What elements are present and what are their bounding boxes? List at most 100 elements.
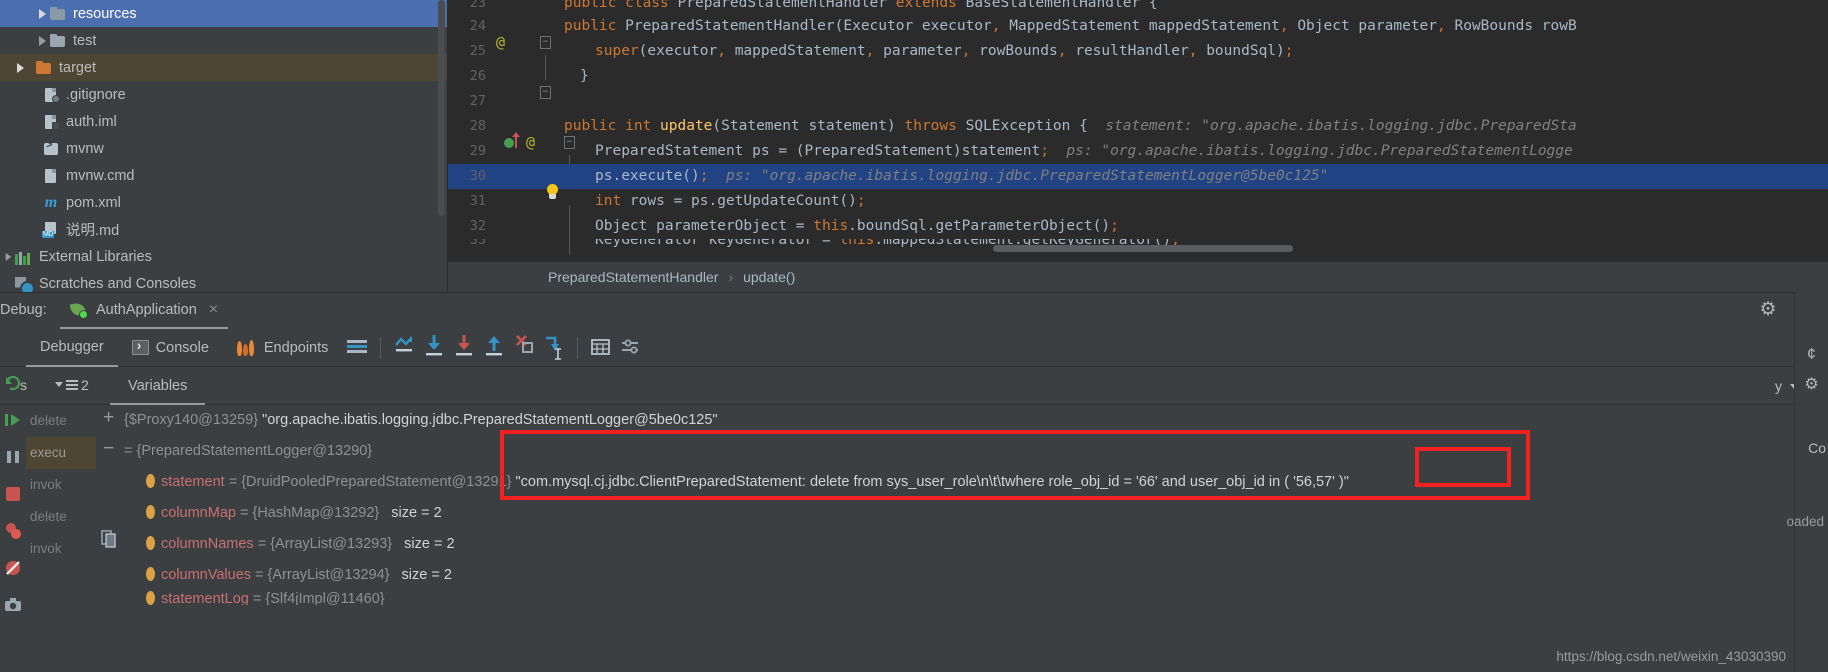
variable-row-columnnames[interactable]: columnNames = {ArrayList@13293} size = 2 [96, 529, 1828, 560]
line-number: 32 [469, 218, 486, 234]
file-iml-icon [42, 114, 60, 130]
frame-row[interactable]: invok [26, 533, 96, 565]
breadcrumb[interactable]: PreparedStatementHandler › update() [448, 262, 1828, 292]
chevron-right-icon[interactable] [36, 7, 49, 20]
code-line-26[interactable]: 26−} [448, 64, 1828, 99]
run-to-cursor-icon[interactable] [539, 329, 569, 367]
tree-item-mvnw-cmd[interactable]: mvnw.cmd [0, 162, 448, 189]
chevron-right-icon[interactable] [36, 34, 49, 47]
tree-item-label: pom.xml [66, 194, 121, 211]
variable-name: statement [161, 474, 225, 490]
rerun-icon[interactable] [3, 373, 23, 393]
step-into-icon[interactable] [449, 329, 479, 367]
tab-debugger[interactable]: Debugger [26, 329, 118, 367]
line-number: 24 [469, 18, 486, 34]
code-line-24[interactable]: 24 @ − public PreparedStatementHandler(Exec… [448, 14, 1828, 51]
scratches-icon [15, 276, 35, 292]
variable-ref: = {ArrayList@13293} [257, 536, 393, 552]
variable-row-proxy[interactable]: + {$Proxy140@13259} "org.apache.ibatis.l… [96, 405, 1828, 436]
variable-row-statement[interactable]: statement = {DruidPooledPreparedStatemen… [96, 467, 1828, 498]
tree-item-resources[interactable]: resources [0, 0, 448, 27]
loaded-status: oaded [1786, 514, 1824, 529]
expand-icon[interactable]: + [102, 408, 115, 427]
variable-row-logger[interactable]: − = {PreparedStatementLogger@13290} [96, 436, 1828, 467]
chevron-right-icon[interactable] [3, 251, 13, 261]
debug-session-tab[interactable]: AuthApplication × [60, 293, 229, 329]
line-number: 30 [469, 168, 486, 184]
code-line-29[interactable]: 29 PreparedStatement ps = (PreparedStatem… [448, 139, 1828, 180]
project-tool-window[interactable]: resources test target .gitignore auth.im… [0, 0, 448, 292]
step-over-icon[interactable] [419, 329, 449, 367]
tree-item-external-libraries[interactable]: External Libraries [0, 243, 448, 270]
chevron-right-icon[interactable] [14, 61, 27, 74]
tab-console[interactable]: Console [118, 329, 223, 367]
frame-row[interactable]: execu [26, 437, 96, 469]
right-rail-label: Co [1808, 440, 1826, 456]
console-icon [131, 337, 149, 355]
breadcrumb-class[interactable]: PreparedStatementHandler [548, 269, 718, 285]
code-editor[interactable]: 23 public class PreparedStatementHandler … [448, 0, 1828, 262]
line-number: 33 [469, 239, 486, 248]
code-line-31[interactable]: 31 int rows = ps.getUpdateCount(); [448, 189, 1828, 230]
code-line-25[interactable]: 25 super(executor, mappedStatement, param… [448, 39, 1828, 80]
breadcrumb-method[interactable]: update() [743, 269, 795, 285]
settings-filter-icon[interactable] [616, 329, 646, 367]
stop-icon[interactable] [3, 484, 23, 504]
chevron-down-icon[interactable] [55, 382, 63, 387]
tab-variables[interactable]: Variables [110, 367, 206, 405]
gear-icon[interactable]: ⚙ [1758, 300, 1778, 320]
field-marker-icon [146, 591, 155, 605]
tree-item-label: resources [73, 5, 137, 22]
evaluate-expression-icon[interactable] [586, 329, 616, 367]
code-line-27[interactable]: 27 [448, 89, 1828, 114]
breadcrumb-separator-icon: › [728, 269, 734, 285]
toolbar-separator [380, 336, 382, 359]
editor-horizontal-scrollbar[interactable] [993, 245, 1293, 252]
view-breakpoints-icon[interactable] [3, 521, 23, 541]
tree-item-mvnw[interactable]: mvnw [0, 135, 448, 162]
code-line-32[interactable]: 32 Object parameterObject = this.boundSql… [448, 214, 1828, 255]
force-step-into-icon[interactable] [509, 329, 539, 367]
resume-program-icon[interactable] [3, 410, 23, 430]
field-marker-icon [146, 536, 155, 550]
show-execution-point-icon[interactable] [389, 329, 419, 367]
variable-row-columnvalues[interactable]: columnValues = {ArrayList@13294} size = … [96, 560, 1828, 591]
tree-item-pom-xml[interactable]: m pom.xml [0, 189, 448, 216]
currency-icon[interactable]: ¢ [1801, 344, 1823, 366]
frames-list[interactable]: delete execu invok delete invok [26, 405, 96, 672]
code-line-23[interactable]: 23 public class PreparedStatementHandler … [448, 0, 1828, 14]
layout-settings-icon[interactable] [342, 329, 372, 367]
copy-value-icon[interactable] [101, 530, 117, 548]
line-number: 26 [469, 68, 486, 84]
code-line-30-current-execution-line[interactable]: 30 ps.execute(); ps: "org.apache.ibatis.l… [448, 164, 1828, 199]
frame-row[interactable]: delete [26, 405, 96, 437]
mute-breakpoints-icon[interactable] [3, 558, 23, 578]
variable-ref: = {ArrayList@13294} [255, 567, 390, 583]
code-line-28[interactable]: 28 @ − public int update(Statement statemen… [448, 114, 1828, 151]
tab-endpoints[interactable]: Endpoints [223, 329, 343, 367]
tree-item-test[interactable]: test [0, 27, 448, 54]
tree-item-target[interactable]: target [0, 54, 448, 81]
tree-item-label: 说明.md [66, 223, 120, 239]
right-letter: y [1775, 378, 1782, 394]
tree-item-label: Scratches and Consoles [39, 275, 197, 292]
tree-item-readme-md[interactable]: 说明.md [0, 216, 448, 243]
frame-row[interactable]: delete [26, 501, 96, 533]
close-icon[interactable]: × [209, 301, 218, 319]
pause-program-icon[interactable] [3, 447, 23, 467]
variable-row-columnmap[interactable]: columnMap = {HashMap@13292} size = 2 [96, 498, 1828, 529]
debug-label: Debug: [0, 302, 47, 318]
collapse-icon[interactable]: − [102, 439, 115, 458]
variable-row-statementlog[interactable]: statementLog = {Slf4jImpl@11460} [96, 591, 1828, 605]
gear-icon[interactable]: ⚙ [1801, 374, 1823, 396]
project-tree-scrollbar[interactable] [438, 0, 445, 216]
file-cmd-icon [42, 168, 60, 184]
thread-selector[interactable]: 2 [55, 377, 89, 393]
tree-item-gitignore[interactable]: .gitignore [0, 81, 448, 108]
step-out-icon[interactable] [479, 329, 509, 367]
frame-row[interactable]: invok [26, 469, 96, 501]
tree-item-scratches-consoles[interactable]: Scratches and Consoles [0, 270, 448, 292]
tree-item-auth-iml[interactable]: auth.iml [0, 108, 448, 135]
variables-tree[interactable]: + {$Proxy140@13259} "org.apache.ibatis.l… [96, 405, 1828, 672]
camera-icon[interactable] [3, 595, 23, 615]
